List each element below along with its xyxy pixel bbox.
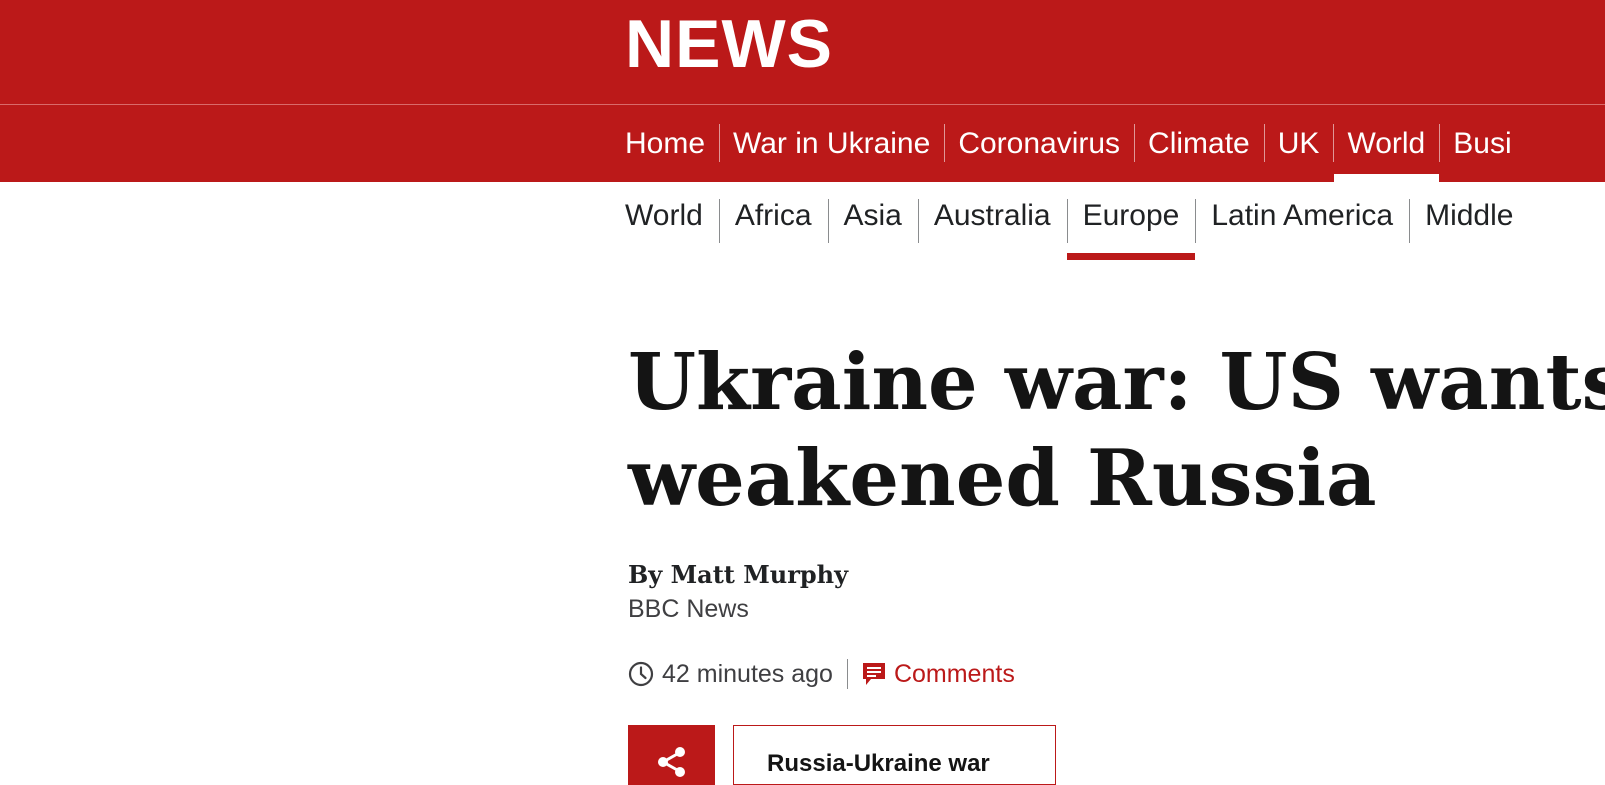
comments-link[interactable]: Comments [894,660,1015,689]
main-navigation: Home War in Ukraine Coronavirus Climate … [0,105,1605,182]
headline-line-2: weakened Russia [628,433,1377,524]
sub-nav-latin-america[interactable]: Latin America [1195,182,1409,260]
sub-nav-europe[interactable]: Europe [1066,182,1196,260]
author-name: By Matt Murphy [628,560,849,589]
sub-nav-australia[interactable]: Australia [917,182,1067,260]
nav-item-climate[interactable]: Climate [1134,105,1264,182]
masthead: NEWS [0,0,1605,105]
share-button[interactable] [628,725,715,785]
sub-nav-africa[interactable]: Africa [718,182,828,260]
nav-item-world[interactable]: World [1333,105,1440,182]
nav-item-home[interactable]: Home [625,105,719,182]
nav-item-business[interactable]: Busi [1439,105,1525,182]
share-icon [658,747,685,777]
sub-nav-middle-east[interactable]: Middle [1409,182,1529,260]
article-meta: 42 minutes ago Comments [628,656,1015,692]
author-organization: BBC News [628,595,749,623]
meta-divider [846,659,848,689]
nav-item-coronavirus[interactable]: Coronavirus [944,105,1134,182]
sub-nav-world[interactable]: World [625,182,719,260]
clock-icon [628,661,654,687]
article-headline: Ukraine war: US wants weakened Russia [628,335,1605,527]
nav-item-uk[interactable]: UK [1263,105,1334,182]
bbc-news-logo[interactable]: NEWS [625,4,833,84]
byline: By Matt Murphy BBC News [628,558,848,626]
comment-icon[interactable] [862,661,886,687]
topic-tag-link[interactable]: Russia-Ukraine war [733,725,1056,785]
nav-item-war-in-ukraine[interactable]: War in Ukraine [719,105,944,182]
sub-nav-asia[interactable]: Asia [827,182,918,260]
timestamp: 42 minutes ago [662,659,833,688]
headline-line-1: Ukraine war: US wants [628,337,1605,428]
sub-navigation: World Africa Asia Australia Europe Latin… [0,182,1605,260]
